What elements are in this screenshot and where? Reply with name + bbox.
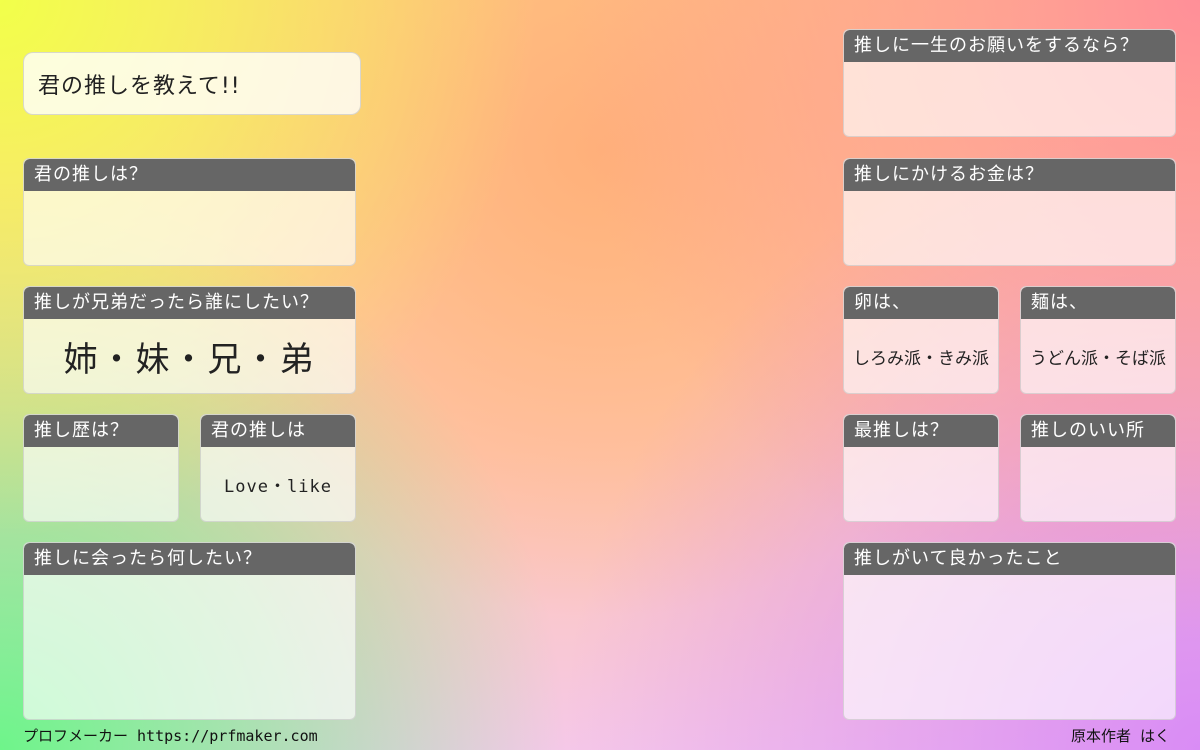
card-meet-answer[interactable] [24, 575, 355, 719]
card-egg: 卵は、 しろみ派・きみ派 [843, 286, 999, 394]
card-oshi-answer[interactable] [24, 191, 355, 265]
card-history-answer[interactable] [24, 447, 178, 521]
sibling-options: 姉・妹・兄・弟 [63, 339, 316, 380]
card-money: 推しにかけるお金は？ [843, 158, 1176, 266]
card-egg-label: 卵は、 [844, 287, 998, 319]
card-love-label: 君の推しは [201, 415, 355, 447]
card-glad-answer[interactable] [844, 575, 1175, 719]
card-noodle-answer[interactable]: うどん派・そば派 [1021, 319, 1175, 393]
card-sibling-answer[interactable]: 姉・妹・兄・弟 [24, 319, 355, 393]
card-wish: 推しに一生のお願いをするなら？ [843, 29, 1176, 137]
card-good-point-answer[interactable] [1021, 447, 1175, 521]
card-sibling-label: 推しが兄弟だったら誰にしたい？ [24, 287, 355, 319]
footer-author: 原本作者 はく [1070, 727, 1170, 745]
card-glad-label: 推しがいて良かったこと [844, 543, 1175, 575]
noodle-options: うどん派・そば派 [1030, 348, 1166, 369]
card-oshi-label: 君の推しは？ [24, 159, 355, 191]
card-noodle-label: 麺は、 [1021, 287, 1175, 319]
egg-options: しろみ派・きみ派 [853, 348, 989, 369]
card-favorite: 最推しは？ [843, 414, 999, 522]
card-favorite-label: 最推しは？ [844, 415, 998, 447]
footer-credit-link[interactable]: プロフメーカー https://prfmaker.com [23, 725, 318, 746]
page-title-text: 君の推しを教えて!! [38, 73, 241, 99]
card-wish-label: 推しに一生のお願いをするなら？ [844, 30, 1175, 62]
card-sibling: 推しが兄弟だったら誰にしたい？ 姉・妹・兄・弟 [23, 286, 356, 394]
card-glad: 推しがいて良かったこと [843, 542, 1176, 720]
card-wish-answer[interactable] [844, 62, 1175, 136]
card-money-answer[interactable] [844, 191, 1175, 265]
card-egg-answer[interactable]: しろみ派・きみ派 [844, 319, 998, 393]
card-history-label: 推し歴は？ [24, 415, 178, 447]
card-love-answer[interactable]: Love・like [201, 447, 355, 521]
card-money-label: 推しにかけるお金は？ [844, 159, 1175, 191]
card-meet-label: 推しに会ったら何したい？ [24, 543, 355, 575]
card-love: 君の推しは Love・like [200, 414, 356, 522]
card-favorite-answer[interactable] [844, 447, 998, 521]
card-oshi: 君の推しは？ [23, 158, 356, 266]
card-good-point: 推しのいい所 [1020, 414, 1176, 522]
card-good-point-label: 推しのいい所 [1021, 415, 1175, 447]
love-options: Love・like [224, 476, 332, 497]
page-title: 君の推しを教えて!! [23, 52, 361, 115]
card-meet: 推しに会ったら何したい？ [23, 542, 356, 720]
card-history: 推し歴は？ [23, 414, 179, 522]
card-noodle: 麺は、 うどん派・そば派 [1020, 286, 1176, 394]
